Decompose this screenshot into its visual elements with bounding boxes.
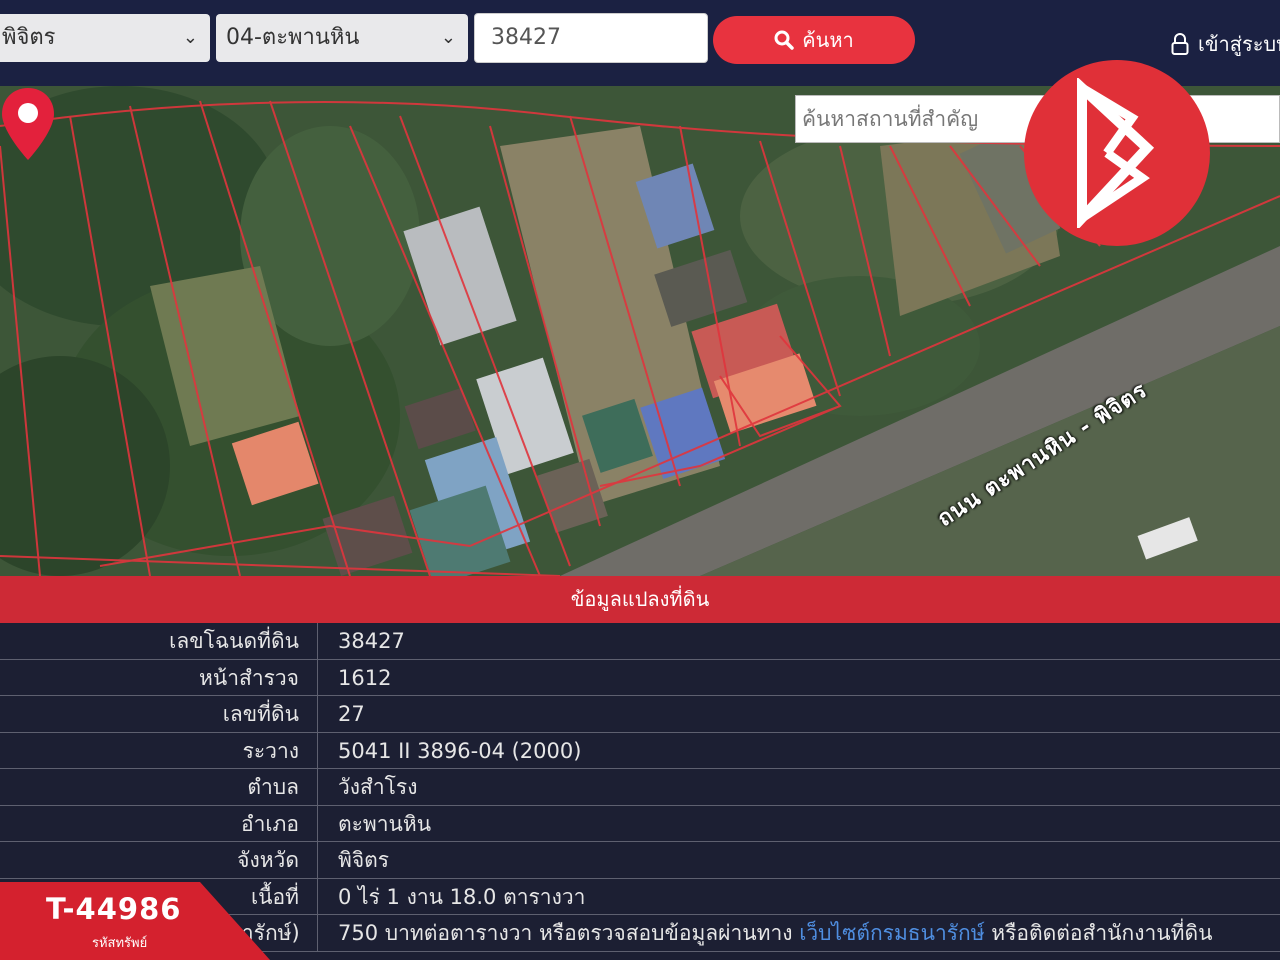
search-button[interactable]: ค้นหา [713,16,915,64]
parcel-info-title: ข้อมูลแปลงที่ดิน [0,576,1280,623]
info-row-province: จังหวัด พิจิตร [0,842,1280,879]
info-label: หน้าสำรวจ [0,659,318,695]
chevron-down-icon: ⌄ [440,27,456,48]
info-row-survey-page: หน้าสำรวจ 1612 [0,659,1280,696]
province-select-value: พิจิตร [2,25,56,50]
appraisal-contact-text: หรือติดต่อสำนักงานที่ดิน [991,921,1213,945]
property-code-label: รหัสทรัพย์ [92,936,148,951]
info-value: ตะพานหิน [338,811,432,836]
chevron-down-icon: ⌄ [182,27,198,48]
info-label: จังหวัด [0,842,318,878]
property-code-badge: T-44986 รหัสทรัพย์ [0,882,270,960]
location-pin-icon [2,88,54,160]
info-value: 750 บาทต่อตารางวา หรือตรวจสอบข้อมูลผ่านท… [318,915,1280,951]
info-label: เลขที่ดิน [0,696,318,732]
info-row-subdistrict: ตำบล วังสำโรง [0,769,1280,806]
info-label: เลขโฉนดที่ดิน [0,623,318,659]
deed-number-input[interactable]: 38427 [474,13,708,63]
info-value: 27 [338,702,365,726]
district-select-value: 04-ตะพานหิน [226,25,360,50]
info-row-deed: เลขโฉนดที่ดิน 38427 [0,623,1280,660]
province-select[interactable]: พิจิตร ⌄ [0,14,210,62]
info-value: วังสำโรง [338,775,418,799]
brand-logo [1024,60,1210,246]
info-value: 38427 [338,629,405,653]
info-row-map-sheet: ระวาง 5041 II 3896-04 (2000) [0,732,1280,769]
brand-logo-icon [1077,78,1155,228]
info-value: 1612 [338,665,392,690]
info-label: ตำบล [0,769,318,805]
appraisal-price-text: 750 บาทต่อตารางวา หรือตรวจสอบข้อมูลผ่านท… [338,921,793,945]
info-value: พิจิตร [338,848,390,872]
district-select[interactable]: 04-ตะพานหิน ⌄ [216,14,468,62]
treasury-website-link[interactable]: เว็บไซต์กรมธนารักษ์ [799,921,984,945]
info-row-district: อำเภอ ตะพานหิน [0,805,1280,842]
info-value: 5041 II 3896-04 (2000) [338,738,582,763]
property-code: T-44986 [46,892,182,926]
login-link[interactable]: เข้าสู่ระบบ [1170,28,1280,60]
search-icon [774,30,795,50]
search-button-label: ค้นหา [802,28,854,52]
login-label: เข้าสู่ระบบ [1198,32,1280,56]
info-value: 0 ไร่ 1 งาน 18.0 ตารางวา [338,884,586,909]
app-root: พิจิตร ⌄ 04-ตะพานหิน ⌄ 38427 ค้นหา เข้าส… [0,0,1280,960]
info-row-land-number: เลขที่ดิน 27 [0,696,1280,733]
info-label: อำเภอ [0,805,318,841]
info-label: ระวาง [0,732,318,768]
lock-icon [1171,33,1189,55]
